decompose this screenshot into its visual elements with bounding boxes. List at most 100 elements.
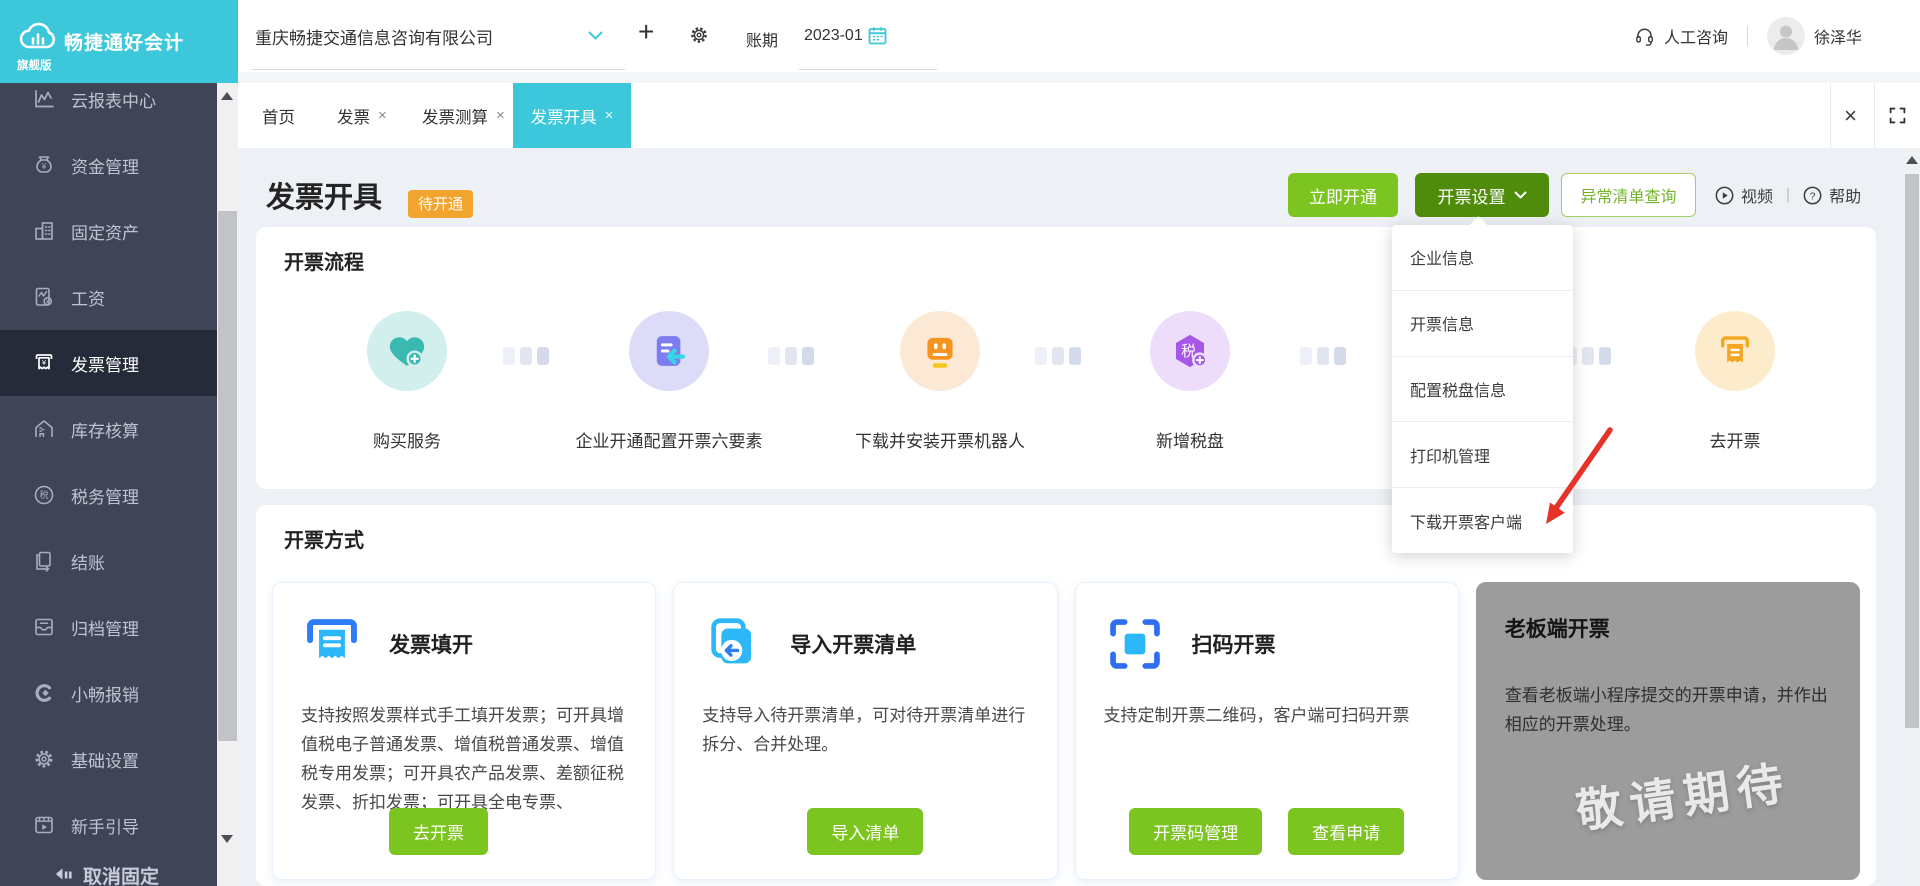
fullscreen-icon[interactable] bbox=[1874, 83, 1920, 148]
gear-icon bbox=[35, 750, 53, 768]
divider bbox=[1746, 26, 1748, 46]
brand-logo: 畅捷通好会计 旗舰版 bbox=[0, 0, 238, 83]
scroll-up-icon[interactable] bbox=[221, 92, 233, 100]
collapse-pin-icon bbox=[56, 868, 72, 879]
close-tab-icon[interactable]: × bbox=[605, 107, 614, 124]
abnormal-list-button[interactable]: 异常清单查询 bbox=[1561, 173, 1696, 217]
settlement-icon bbox=[36, 551, 51, 572]
sidebar-item-archive[interactable]: 归档管理 bbox=[0, 594, 217, 660]
user-name[interactable]: 徐泽华 bbox=[1814, 24, 1862, 48]
robot-icon bbox=[900, 311, 980, 391]
sidebar-item-funds[interactable]: ¥ 资金管理 bbox=[0, 132, 217, 198]
sidebar-menu: 云报表中心 ¥ 资金管理 固定资产 ¥ 工资 ¥ 发票管理 库存核算 税 税务管… bbox=[0, 83, 217, 886]
dropdown-item-printer-manage[interactable]: 打印机管理 bbox=[1392, 422, 1573, 489]
status-badge: 待开通 bbox=[408, 190, 474, 218]
method-cards: 发票填开 支持按照发票样式手工填开发票；可开具增值税电子普通发票、增值税普通发票… bbox=[272, 582, 1860, 880]
invoice-settings-button[interactable]: 开票设置 bbox=[1415, 173, 1549, 217]
open-now-button[interactable]: 立即开通 bbox=[1288, 173, 1398, 217]
brand-edition: 旗舰版 bbox=[17, 60, 52, 72]
sidebar-item-guide[interactable]: 新手引导 bbox=[0, 792, 217, 858]
period-value[interactable]: 2023-01 bbox=[804, 27, 863, 45]
page-scrollbar[interactable] bbox=[1904, 148, 1920, 886]
support-link[interactable]: 人工咨询 bbox=[1664, 24, 1728, 48]
close-tab-icon[interactable]: × bbox=[378, 107, 387, 124]
avatar[interactable] bbox=[1766, 17, 1805, 55]
go-invoice-icon bbox=[1695, 311, 1775, 391]
invoice-methods-panel: 开票方式 发票填开 支持按照发票样式手工填开发票；可开具增值税电子普通发票、增值… bbox=[256, 505, 1876, 886]
sidebar-item-label: 固定资产 bbox=[71, 223, 139, 243]
flow-step-buy-service[interactable]: 购买服务 bbox=[307, 311, 507, 451]
divider: | bbox=[1786, 186, 1791, 203]
go-invoice-button[interactable]: 去开票 bbox=[389, 808, 488, 855]
flow-step-add-tax-disk[interactable]: 税 新增税盘 bbox=[1090, 311, 1290, 451]
sidebar-item-label: 资金管理 bbox=[71, 157, 139, 177]
flow-step-download-robot[interactable]: 下载并安装开票机器人 bbox=[840, 311, 1040, 451]
qr-code-manage-button[interactable]: 开票码管理 bbox=[1129, 808, 1263, 855]
methods-heading: 开票方式 bbox=[284, 530, 364, 552]
archive-icon bbox=[35, 618, 53, 636]
sidebar-item-reimburse[interactable]: 小畅报销 bbox=[0, 660, 217, 726]
flow-step-go-invoice[interactable]: 去开票 bbox=[1635, 311, 1835, 451]
company-underline bbox=[252, 69, 625, 70]
tab-invoice-calc[interactable]: 发票测算 × bbox=[418, 83, 509, 148]
play-circle-icon[interactable] bbox=[1715, 186, 1734, 205]
sidebar-item-fixed-assets[interactable]: 固定资产 bbox=[0, 198, 217, 264]
flow-heading: 开票流程 bbox=[284, 252, 364, 274]
add-account-button[interactable]: + bbox=[638, 16, 654, 48]
view-apply-button[interactable]: 查看申请 bbox=[1288, 808, 1405, 855]
main-content: 发票开具 待开通 立即开通 开票设置 异常清单查询 视频 | ? 帮助 开票流程… bbox=[238, 148, 1920, 886]
building-icon bbox=[35, 222, 53, 240]
invoice-icon: ¥ bbox=[35, 354, 53, 370]
chevron-down-icon bbox=[1514, 191, 1526, 198]
close-tab-icon[interactable]: × bbox=[496, 107, 505, 124]
scan-qr-icon bbox=[1109, 619, 1160, 669]
tab-bar-gap bbox=[238, 72, 1920, 83]
sidebar-item-label: 新手引导 bbox=[71, 817, 139, 837]
sidebar-scrollbar-thumb[interactable] bbox=[218, 211, 237, 741]
gear-icon[interactable] bbox=[688, 24, 710, 46]
dropdown-item-tax-disk-config[interactable]: 配置税盘信息 bbox=[1392, 357, 1573, 423]
sidebar-item-settings[interactable]: 基础设置 bbox=[0, 726, 217, 792]
period-underline bbox=[799, 69, 937, 70]
page-scrollbar-thumb[interactable] bbox=[1905, 174, 1919, 728]
sidebar-item-label: 基础设置 bbox=[71, 751, 139, 771]
sidebar-item-invoice-management[interactable]: ¥ 发票管理 bbox=[0, 330, 217, 396]
tab-invoice-issue[interactable]: 发票开具 × bbox=[513, 83, 631, 148]
svg-text:税: 税 bbox=[39, 489, 48, 500]
company-selector[interactable]: 重庆畅捷交通信息咨询有限公司 bbox=[255, 24, 493, 49]
sidebar-item-settlement[interactable]: 结账 bbox=[0, 528, 217, 594]
sidebar-scrollbar[interactable] bbox=[217, 83, 238, 886]
close-all-tabs-button[interactable]: × bbox=[1830, 83, 1870, 148]
sidebar-item-tax[interactable]: 税 税务管理 bbox=[0, 462, 217, 528]
import-list-button[interactable]: 导入清单 bbox=[807, 808, 924, 855]
unpin-label: 取消固定 bbox=[83, 867, 160, 886]
sidebar-item-inventory[interactable]: 库存核算 bbox=[0, 396, 217, 462]
page-title: 发票开具 bbox=[266, 182, 383, 214]
unpin-sidebar-button[interactable]: 取消固定 bbox=[52, 862, 159, 886]
dropdown-item-invoice-info[interactable]: 开票信息 bbox=[1392, 291, 1573, 357]
sidebar-item-cloud-reports[interactable]: 云报表中心 bbox=[0, 83, 217, 132]
invoice-settings-dropdown: 企业信息 开票信息 配置税盘信息 打印机管理 下载开票客户端 bbox=[1392, 216, 1573, 553]
dropdown-item-company-info[interactable]: 企业信息 bbox=[1392, 225, 1573, 291]
tab-invoice[interactable]: 发票 × bbox=[333, 83, 391, 148]
card-title: 老板端开票 bbox=[1504, 618, 1610, 641]
top-right-group: 人工咨询 徐泽华 bbox=[1634, 0, 1862, 72]
chart-icon bbox=[35, 90, 54, 108]
flow-step-configure[interactable]: 企业开通配置开票六要素 bbox=[569, 311, 769, 451]
calendar-icon[interactable] bbox=[868, 26, 887, 45]
scroll-down-icon[interactable] bbox=[221, 835, 233, 843]
sidebar-item-label: 发票管理 bbox=[71, 355, 139, 375]
tab-home[interactable]: 首页 bbox=[258, 83, 299, 148]
card-description: 查看老板端小程序提交的开票申请，并作出相应的开票处理。 bbox=[1504, 686, 1828, 734]
scroll-up-icon[interactable] bbox=[1906, 156, 1918, 164]
cloud-logo-icon bbox=[16, 17, 60, 55]
help-link[interactable]: 帮助 bbox=[1829, 183, 1861, 207]
sidebar-item-label: 归档管理 bbox=[71, 619, 139, 639]
chevron-down-icon[interactable] bbox=[588, 31, 603, 41]
help-circle-icon[interactable]: ? bbox=[1803, 186, 1822, 205]
video-link[interactable]: 视频 bbox=[1741, 183, 1773, 207]
sidebar-item-salary[interactable]: ¥ 工资 bbox=[0, 264, 217, 330]
dropdown-item-download-client[interactable]: 下载开票客户端 bbox=[1392, 488, 1573, 553]
headset-icon bbox=[1634, 26, 1655, 47]
coming-soon-watermark: 敬请期待 bbox=[1572, 756, 1794, 838]
